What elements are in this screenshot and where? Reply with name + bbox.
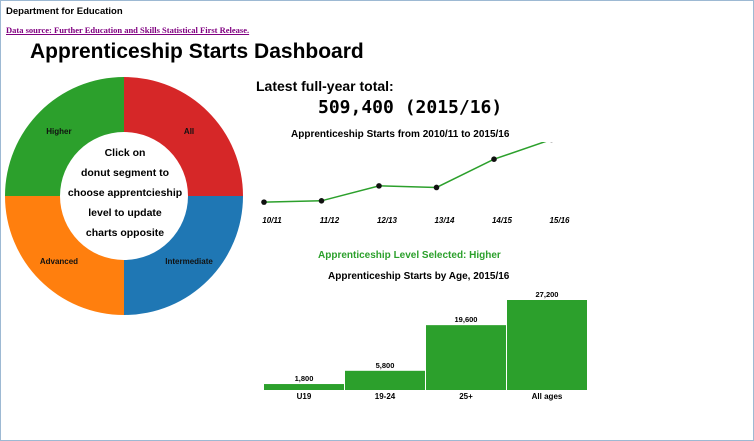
level-selected-label: Apprenticeship Level Selected: Higher: [318, 250, 501, 261]
line-chart-title: Apprenticeship Starts from 2010/11 to 20…: [291, 129, 510, 140]
x-tick-label: 13/14: [434, 216, 455, 225]
starts-line-chart: 10/11 11/12 12/13 13/14 14/15 15/16: [261, 142, 570, 225]
donut-label-advanced: Advanced: [40, 257, 78, 266]
bar-category-label: 19-24: [375, 392, 396, 401]
bar-value-label: 19,600: [455, 315, 478, 324]
latest-total-value: 509,400 (2015/16): [318, 97, 503, 118]
bar-value-label: 5,800: [376, 361, 395, 370]
bar: [426, 325, 506, 390]
bar-value-label: 1,800: [295, 374, 314, 383]
donut-label-intermediate: Intermediate: [165, 257, 213, 266]
department-label: Department for Education: [6, 6, 123, 17]
bar-category-label: U19: [297, 392, 312, 401]
x-tick-label: 11/12: [320, 216, 340, 225]
data-point: [318, 198, 325, 204]
x-tick-label: 10/11: [262, 216, 282, 225]
page-title: Apprenticeship Starts Dashboard: [30, 40, 364, 63]
x-tick-label: 14/15: [492, 216, 513, 225]
data-point: [376, 183, 382, 189]
x-tick-label: 15/16: [549, 216, 570, 225]
data-point: [491, 156, 497, 162]
instruction-line: level to update: [88, 207, 162, 219]
instruction-line: donut segment to: [80, 167, 170, 179]
age-bar-chart: 1,800 U19 5,800 19-24 19,600 25+ 27,200 All age…: [264, 290, 587, 401]
latest-total-label: Latest full-year total:: [256, 78, 394, 94]
series-line: [263, 142, 547, 203]
instruction-line: charts opposite: [85, 227, 165, 239]
x-tick-label: 12/13: [377, 216, 398, 225]
donut-center-instructions: Click on donut segment to choose apprent…: [64, 143, 186, 243]
instruction-line: choose apprentcieship: [67, 187, 183, 199]
bar-value-label: 27,200: [536, 290, 559, 299]
bar: [345, 370, 425, 390]
bar: [507, 300, 587, 390]
data-point: [261, 199, 267, 205]
donut-label-higher: Higher: [46, 127, 71, 136]
donut-label-all: All: [184, 127, 194, 136]
bar-chart-title: Apprenticeship Starts by Age, 2015/16: [328, 271, 510, 282]
bar: [264, 384, 344, 390]
instruction-line: Click on: [104, 147, 146, 159]
data-point: [433, 184, 440, 191]
bar-category-label: 25+: [459, 392, 473, 401]
data-source-link[interactable]: Data source: Further Education and Skill…: [6, 25, 249, 35]
bar-category-label: All ages: [532, 392, 563, 401]
